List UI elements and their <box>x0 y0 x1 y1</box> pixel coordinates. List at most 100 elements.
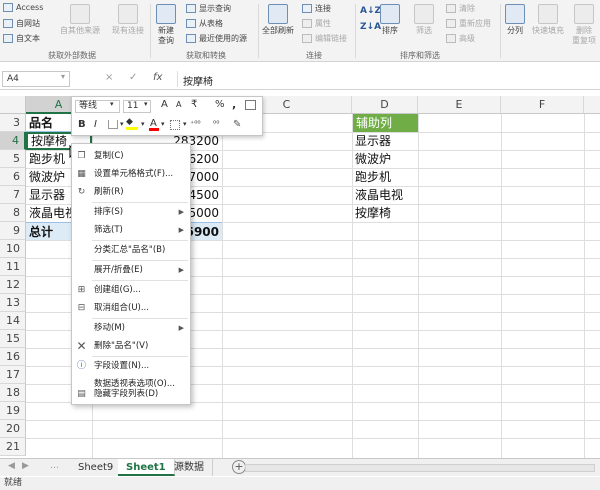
cancel-button[interactable]: × <box>105 72 113 83</box>
new-query-button[interactable]: 新建 查询 <box>156 4 176 46</box>
font-color-dropdown-icon[interactable]: ▾ <box>161 120 165 128</box>
row-header[interactable]: 3 <box>0 114 26 132</box>
comma-style-button[interactable]: , <box>232 98 236 111</box>
menu-item-move[interactable]: 移动(M) ▶ <box>72 319 190 337</box>
menu-item-sort[interactable]: 排序(S) ▶ <box>72 203 190 221</box>
filter-button[interactable]: 筛选 <box>414 4 434 36</box>
row-header[interactable]: 8 <box>0 204 26 222</box>
sheet-tab-source-data[interactable]: 源数据 <box>166 459 213 476</box>
existing-connections-button[interactable]: 现有连接 <box>112 4 144 36</box>
flash-fill-button[interactable]: 快速填充 <box>532 4 564 36</box>
menu-item-refresh[interactable]: ↻ 刷新(R) <box>72 183 190 201</box>
sort-za-button[interactable]: Z↓A <box>360 22 381 32</box>
increase-decimal-button[interactable]: ⁺⁰⁰ <box>190 119 201 128</box>
row-header[interactable]: 17 <box>0 366 26 384</box>
next-sheet-icon[interactable]: ▶ <box>22 461 29 471</box>
row-header[interactable]: 19 <box>0 402 26 420</box>
border-dropdown-icon[interactable]: ▾ <box>120 120 124 128</box>
row-header[interactable]: 7 <box>0 186 26 204</box>
name-box-dropdown-icon[interactable]: ▾ <box>61 72 65 81</box>
menu-item-expand-collapse[interactable]: 展开/折叠(E) ▶ <box>72 261 190 279</box>
column-header-d[interactable]: D <box>352 96 418 114</box>
add-sheet-button[interactable]: + <box>232 460 246 474</box>
row-header[interactable]: 21 <box>0 438 26 456</box>
format-cells-icon[interactable] <box>245 100 256 110</box>
menu-item-delete-field[interactable]: ✕ 删除"品名"(V) <box>72 337 190 355</box>
cell-d3[interactable]: 辅助列 <box>353 114 418 132</box>
row-header[interactable]: 9 <box>0 222 26 240</box>
select-all-corner[interactable] <box>0 96 26 114</box>
remove-duplicates-button[interactable]: 删除 重复项 <box>572 4 596 46</box>
more-sheets-icon[interactable]: … <box>50 461 59 471</box>
row-header[interactable]: 6 <box>0 168 26 186</box>
edit-links-button[interactable]: 编辑链接 <box>302 33 347 44</box>
font-size-dropdown-icon[interactable]: ▾ <box>144 100 148 108</box>
menu-item-ungroup[interactable]: ⊟ 取消组合(U)... <box>72 299 190 317</box>
menu-item-subtotal[interactable]: 分类汇总"品名"(B) <box>72 241 190 259</box>
borders-dropdown-icon[interactable]: ▾ <box>183 120 187 128</box>
bold-button[interactable]: B <box>78 119 86 130</box>
fill-color-icon[interactable]: ◆ <box>126 118 138 127</box>
decrease-font-button[interactable]: A <box>176 100 181 109</box>
borders-grid-icon[interactable] <box>170 120 180 130</box>
row-header[interactable]: 12 <box>0 276 26 294</box>
horizontal-scrollbar[interactable] <box>245 464 595 472</box>
percent-format-button[interactable]: % <box>215 99 225 110</box>
from-web-button[interactable]: 自网站 <box>3 18 40 29</box>
sort-button[interactable]: 排序 <box>380 4 400 36</box>
menu-item-hide-field-list[interactable]: ▤ 隐藏字段列表(D) <box>72 388 190 400</box>
increase-font-button[interactable]: A <box>161 99 168 110</box>
column-header-f[interactable]: F <box>501 96 584 114</box>
properties-button[interactable]: 属性 <box>302 18 331 29</box>
font-name-dropdown-icon[interactable]: ▾ <box>110 100 114 108</box>
prev-sheet-icon[interactable]: ◀ <box>8 461 15 471</box>
text-to-columns-button[interactable]: 分列 <box>505 4 525 36</box>
menu-item-copy[interactable]: ❐ 复制(C) <box>72 147 190 165</box>
row-header[interactable]: 4 <box>0 132 26 150</box>
menu-item-field-settings[interactable]: ⓘ 字段设置(N)... <box>72 357 190 375</box>
row-header[interactable]: 11 <box>0 258 26 276</box>
cell-d8[interactable]: 按摩椅 <box>352 204 418 222</box>
formula-input[interactable]: 按摩椅 <box>177 71 597 88</box>
insert-function-button[interactable]: fx <box>153 72 162 83</box>
cell-d7[interactable]: 液晶电视 <box>352 186 418 204</box>
name-box[interactable]: A4 <box>2 71 70 87</box>
border-icon[interactable] <box>108 120 118 129</box>
enter-button[interactable]: ✓ <box>129 72 137 83</box>
format-painter-icon[interactable]: ✎ <box>233 119 241 130</box>
recent-sources-button[interactable]: 最近使用的源 <box>186 33 247 44</box>
from-text-button[interactable]: 自文本 <box>3 33 40 44</box>
other-sources-button[interactable]: 自其他来源 <box>60 4 100 36</box>
menu-item-format-cells[interactable]: ▦ 设置单元格格式(F)... <box>72 165 190 183</box>
row-header[interactable]: 20 <box>0 420 26 438</box>
cell-d5[interactable]: 微波炉 <box>352 150 418 168</box>
italic-button[interactable]: I <box>94 119 97 130</box>
refresh-all-button[interactable]: 全部刷新 <box>262 4 294 36</box>
connections-button[interactable]: 连接 <box>302 3 331 14</box>
clear-filter-button[interactable]: 清除 <box>446 3 475 14</box>
column-header-e[interactable]: E <box>418 96 501 114</box>
from-table-button[interactable]: 从表格 <box>186 18 223 29</box>
currency-format-button[interactable]: ₹ <box>191 99 197 110</box>
column-header-g[interactable] <box>584 96 600 114</box>
advanced-filter-button[interactable]: 高级 <box>446 33 475 44</box>
row-header[interactable]: 14 <box>0 312 26 330</box>
row-header[interactable]: 10 <box>0 240 26 258</box>
from-access-button[interactable]: Access <box>3 3 43 12</box>
sort-az-button[interactable]: A↓Z <box>360 6 381 16</box>
show-queries-button[interactable]: 显示查询 <box>186 3 231 14</box>
cell-d4[interactable]: 显示器 <box>352 132 418 150</box>
menu-item-filter[interactable]: 筛选(T) ▶ <box>72 221 190 239</box>
row-header[interactable]: 15 <box>0 330 26 348</box>
decrease-decimal-button[interactable]: ⁰⁰ <box>213 119 219 128</box>
gridline <box>501 114 502 459</box>
row-header[interactable]: 16 <box>0 348 26 366</box>
fill-dropdown-icon[interactable]: ▾ <box>141 120 145 128</box>
sheet-tab-sheet9[interactable]: Sheet9 <box>70 459 123 476</box>
reapply-button[interactable]: 重新应用 <box>446 18 491 29</box>
row-header[interactable]: 18 <box>0 384 26 402</box>
row-header[interactable]: 13 <box>0 294 26 312</box>
row-header[interactable]: 5 <box>0 150 26 168</box>
cell-d6[interactable]: 跑步机 <box>352 168 418 186</box>
menu-item-group[interactable]: ⊞ 创建组(G)... <box>72 281 190 299</box>
